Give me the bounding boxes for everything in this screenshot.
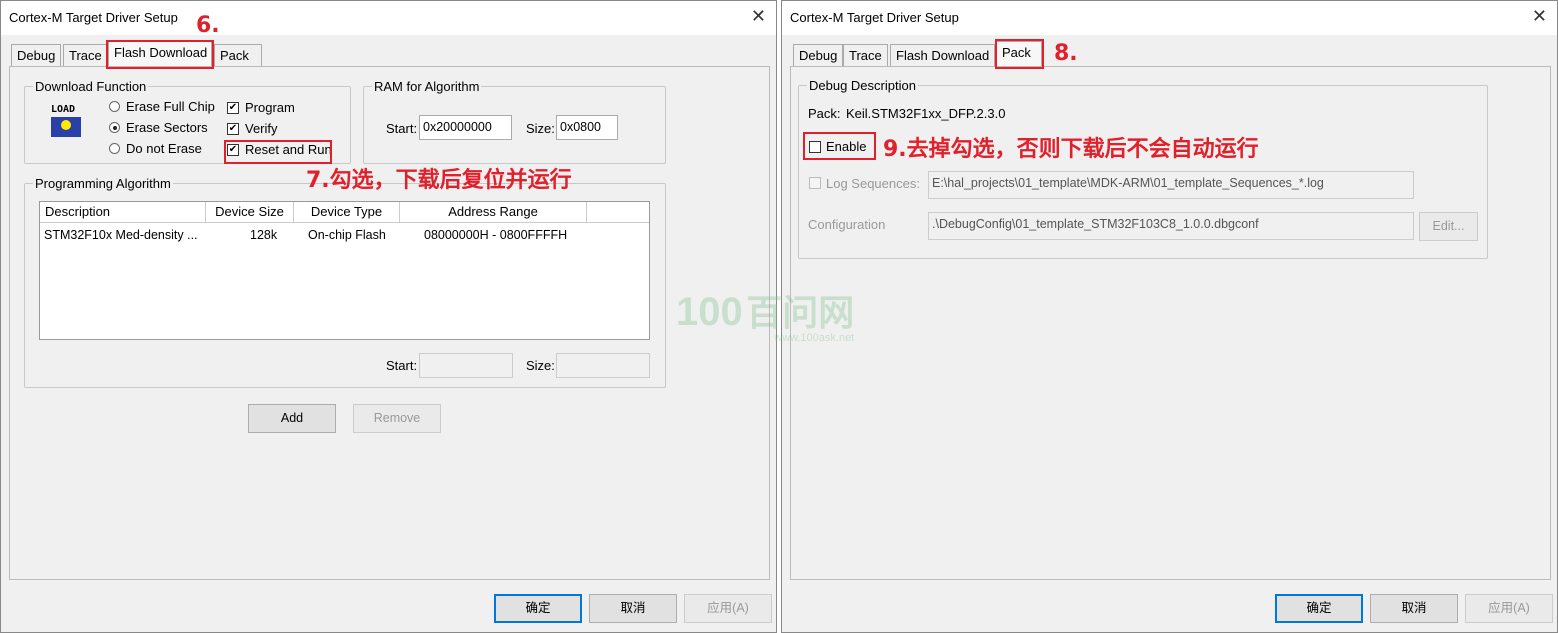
right-dialog: Cortex-M Target Driver Setup ✕ Debug Tra…: [781, 0, 1558, 633]
group-label: Programming Algorithm: [33, 176, 173, 191]
ok-button[interactable]: 确定: [494, 594, 582, 623]
group-label: Debug Description: [807, 78, 918, 93]
log-sequences-label: Log Sequences:: [826, 176, 920, 191]
log-sequences-checkbox[interactable]: [809, 177, 821, 189]
log-sequences-input[interactable]: E:\hal_projects\01_template\MDK-ARM\01_t…: [928, 171, 1414, 199]
highlight-pack-tab: [995, 39, 1044, 69]
column-header-description[interactable]: Description: [40, 202, 206, 223]
tab-debug[interactable]: Debug: [11, 44, 62, 66]
do-not-erase-label: Do not Erase: [126, 141, 202, 156]
group-label: RAM for Algorithm: [372, 79, 482, 94]
title-bar: Cortex-M Target Driver Setup ✕: [782, 1, 1557, 35]
pack-value: Keil.STM32F1xx_DFP.2.3.0: [846, 106, 1006, 121]
watermark: 100 百问网 www.100ask.net: [676, 284, 854, 344]
do-not-erase-radio[interactable]: [109, 143, 120, 154]
group-label: Download Function: [33, 79, 149, 94]
algorithm-table[interactable]: Description Device Size Device Type Addr…: [39, 201, 650, 340]
program-checkbox[interactable]: ✔: [227, 102, 239, 114]
annotation-6: 6.: [196, 13, 220, 38]
verify-label: Verify: [245, 121, 278, 136]
add-button[interactable]: Add: [248, 404, 336, 433]
column-header-device-size[interactable]: Device Size: [206, 202, 294, 223]
apply-button[interactable]: 应用(A): [1465, 594, 1553, 623]
left-dialog: Cortex-M Target Driver Setup ✕ Debug Tra…: [0, 0, 777, 633]
ram-start-label: Start:: [386, 121, 418, 136]
highlight-reset-and-run: [224, 140, 332, 164]
ram-size-label: Size:: [526, 121, 555, 136]
algo-start-input[interactable]: [419, 353, 513, 378]
configuration-label: Configuration: [808, 217, 886, 232]
load-icon: LOAD: [51, 105, 83, 137]
watermark-logo: 100: [676, 290, 743, 334]
cell-address-range: 08000000H - 0800FFFFH: [424, 228, 568, 242]
erase-sectors-radio[interactable]: [109, 122, 120, 133]
annotation-9: 9.去掉勾选，否则下载后不会自动运行: [883, 137, 1259, 162]
watermark-name: 百问网: [746, 292, 855, 333]
algo-size-input[interactable]: [556, 353, 650, 378]
apply-button[interactable]: 应用(A): [684, 594, 772, 623]
ram-start-input[interactable]: 0x20000000: [419, 115, 512, 140]
annotation-7: 7.勾选，下载后复位并运行: [306, 168, 572, 193]
erase-full-chip-radio[interactable]: [109, 101, 120, 112]
verify-checkbox[interactable]: ✔: [227, 123, 239, 135]
remove-button[interactable]: Remove: [353, 404, 441, 433]
column-header-address-range[interactable]: Address Range: [400, 202, 587, 223]
tab-trace[interactable]: Trace: [63, 44, 108, 66]
cancel-button[interactable]: 取消: [589, 594, 677, 623]
cell-device-type: On-chip Flash: [308, 228, 386, 242]
title-bar: Cortex-M Target Driver Setup ✕: [1, 1, 776, 35]
cell-description: STM32F10x Med-density ...: [44, 228, 198, 242]
tab-pack[interactable]: Pack: [214, 44, 262, 66]
column-header-empty: [587, 202, 649, 223]
cancel-button[interactable]: 取消: [1370, 594, 1458, 623]
close-icon[interactable]: ✕: [751, 6, 766, 27]
ok-button[interactable]: 确定: [1275, 594, 1363, 623]
highlight-enable: [803, 132, 876, 160]
algo-size-label: Size:: [526, 358, 555, 373]
tab-trace[interactable]: Trace: [843, 44, 888, 66]
cell-device-size: 128k: [250, 228, 278, 242]
column-header-device-type[interactable]: Device Type: [294, 202, 400, 223]
erase-sectors-label: Erase Sectors: [126, 120, 208, 135]
program-label: Program: [245, 100, 295, 115]
pack-label: Pack:: [808, 106, 841, 121]
tab-flash-download[interactable]: Flash Download: [890, 44, 996, 66]
highlight-flash-download-tab: [106, 40, 214, 69]
annotation-8: 8.: [1054, 41, 1078, 66]
ram-size-input[interactable]: 0x0800: [556, 115, 618, 140]
dialog-title: Cortex-M Target Driver Setup: [790, 10, 959, 25]
tab-debug[interactable]: Debug: [793, 44, 844, 66]
erase-full-chip-label: Erase Full Chip: [126, 99, 215, 114]
edit-button[interactable]: Edit...: [1419, 212, 1478, 241]
dialog-title: Cortex-M Target Driver Setup: [9, 10, 178, 25]
algo-start-label: Start:: [386, 358, 418, 373]
close-icon[interactable]: ✕: [1532, 6, 1547, 27]
configuration-input[interactable]: .\DebugConfig\01_template_STM32F103C8_1.…: [928, 212, 1414, 240]
